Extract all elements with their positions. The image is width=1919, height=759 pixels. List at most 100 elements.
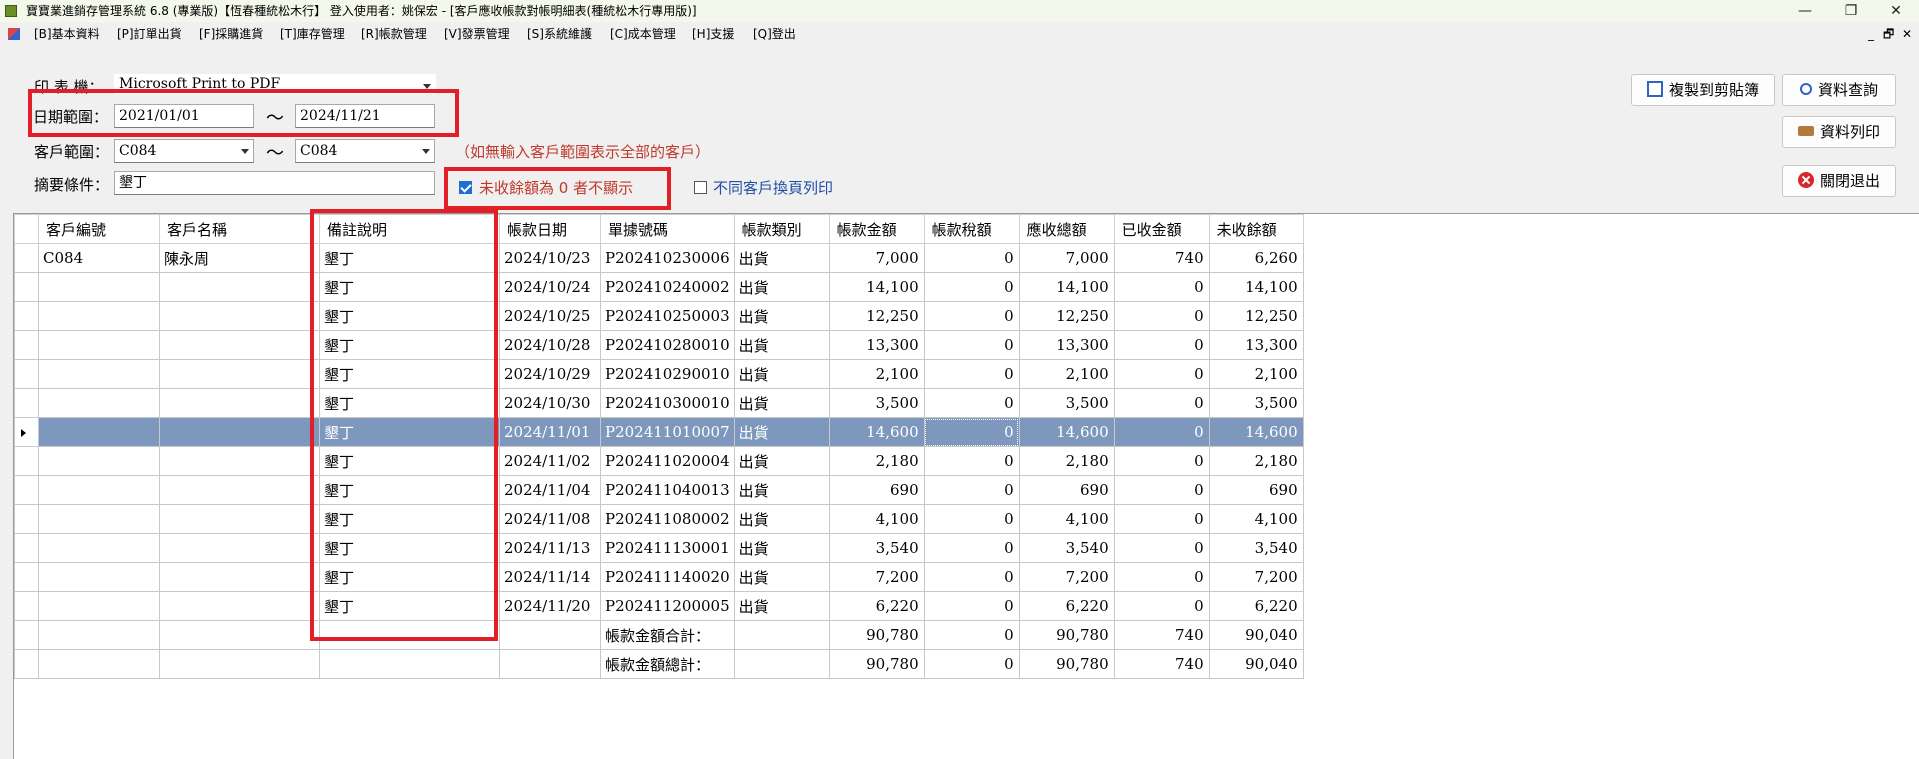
close-window-button[interactable]: ✕ — [1873, 0, 1919, 22]
mdi-minimize-button[interactable]: _ — [1868, 23, 1874, 45]
cell-received[interactable]: 0 — [1113, 301, 1210, 331]
cell-customer-id[interactable] — [38, 533, 160, 563]
cell-receivable[interactable]: 12,250 — [1018, 301, 1115, 331]
cell-remark[interactable]: 墾丁 — [319, 272, 500, 302]
cell-remark[interactable]: 墾丁 — [319, 330, 500, 360]
mdi-restore-button[interactable]: 🗗 — [1883, 23, 1894, 45]
menu-invoice[interactable]: [V]發票管理 — [444, 23, 510, 45]
cell-balance[interactable]: 14,100 — [1208, 272, 1304, 302]
cell-received[interactable]: 0 — [1113, 272, 1210, 302]
cell-type[interactable]: 出貨 — [733, 243, 830, 273]
cell-remark[interactable]: 墾丁 — [319, 359, 500, 389]
cell-type[interactable]: 出貨 — [733, 446, 830, 476]
menu-basic-data[interactable]: [B]基本資料 — [34, 23, 100, 45]
cell-tax[interactable]: 0 — [923, 591, 1020, 621]
copy-to-clipboard-button[interactable]: 複製到剪貼簿 — [1631, 74, 1775, 106]
cell-amount[interactable]: 2,100 — [828, 359, 925, 389]
menu-cost[interactable]: [C]成本管理 — [610, 23, 676, 45]
cell-receivable[interactable]: 3,500 — [1018, 388, 1115, 418]
customer-to-select[interactable]: C084 — [295, 139, 435, 163]
cell-receivable[interactable]: 2,180 — [1018, 446, 1115, 476]
cell-amount[interactable]: 4,100 — [828, 504, 925, 534]
menu-order-shipping[interactable]: [P]訂單出貨 — [117, 23, 182, 45]
cell-document-no[interactable]: P202411010007 — [600, 417, 735, 447]
cell-balance[interactable]: 4,100 — [1208, 504, 1304, 534]
cell-customer-id[interactable] — [38, 301, 160, 331]
cell-amount[interactable]: 3,500 — [828, 388, 925, 418]
table-row[interactable]: 墾丁 2024/11/13 P202411130001 出貨 3,540 0 3,540 0 3… — [14, 533, 1304, 563]
cell-customer-name[interactable] — [159, 272, 320, 302]
cell-remark[interactable]: 墾丁 — [319, 591, 500, 621]
row-header[interactable] — [14, 272, 39, 302]
row-header[interactable] — [14, 330, 39, 360]
cell-type[interactable]: 出貨 — [733, 301, 830, 331]
cell-balance[interactable]: 13,300 — [1208, 330, 1304, 360]
cell-date[interactable]: 2024/10/30 — [499, 388, 601, 418]
cell-received[interactable]: 0 — [1113, 417, 1210, 447]
cell-received[interactable]: 0 — [1113, 591, 1210, 621]
cell-received[interactable]: 0 — [1113, 533, 1210, 563]
cell-remark[interactable]: 墾丁 — [319, 301, 500, 331]
page-break-label[interactable]: 不同客戶換頁列印 — [713, 177, 833, 198]
column-header[interactable]: 帳款金額 — [828, 214, 925, 244]
cell-received[interactable]: 0 — [1113, 562, 1210, 592]
cell-receivable[interactable]: 6,220 — [1018, 591, 1115, 621]
cell-type[interactable]: 出貨 — [733, 272, 830, 302]
column-header[interactable]: 已收金額 — [1113, 214, 1210, 244]
table-row[interactable]: 墾丁 2024/10/25 P202410250003 出貨 12,250 0 12,250… — [14, 301, 1304, 331]
cell-amount[interactable]: 12,250 — [828, 301, 925, 331]
cell-document-no[interactable]: P202410280010 — [600, 330, 735, 360]
cell-customer-id[interactable] — [38, 330, 160, 360]
table-row[interactable]: 墾丁 2024/11/14 P202411140020 出貨 7,200 0 7,200 0 7… — [14, 562, 1304, 592]
page-break-checkbox[interactable] — [694, 181, 707, 194]
cell-customer-name[interactable]: 陳永周 — [159, 243, 320, 273]
cell-date[interactable]: 2024/10/23 — [499, 243, 601, 273]
customer-from-select[interactable]: C084 — [114, 139, 254, 163]
cell-customer-name[interactable] — [159, 359, 320, 389]
cell-document-no[interactable]: P202411140020 — [600, 562, 735, 592]
cell-remark[interactable]: 墾丁 — [319, 475, 500, 505]
cell-remark[interactable]: 墾丁 — [319, 533, 500, 563]
cell-amount[interactable]: 690 — [828, 475, 925, 505]
cell-tax[interactable]: 0 — [923, 475, 1020, 505]
column-header[interactable]: 客戶編號 — [38, 214, 160, 244]
table-row[interactable]: 墾丁 2024/10/29 P202410290010 出貨 2,100 0 2,100 0 2… — [14, 359, 1304, 389]
row-header[interactable] — [14, 301, 39, 331]
cell-customer-id[interactable] — [38, 562, 160, 592]
cell-document-no[interactable]: P202411040013 — [600, 475, 735, 505]
cell-received[interactable]: 740 — [1113, 243, 1210, 273]
cell-remark[interactable]: 墾丁 — [319, 504, 500, 534]
cell-tax[interactable]: 0 — [923, 533, 1020, 563]
minimize-button[interactable]: — — [1782, 0, 1828, 22]
cell-balance[interactable]: 2,100 — [1208, 359, 1304, 389]
cell-date[interactable]: 2024/10/24 — [499, 272, 601, 302]
cell-amount[interactable]: 2,180 — [828, 446, 925, 476]
cell-amount[interactable]: 14,100 — [828, 272, 925, 302]
cell-balance[interactable]: 3,540 — [1208, 533, 1304, 563]
cell-customer-id[interactable]: C084 — [38, 243, 160, 273]
cell-customer-name[interactable] — [159, 301, 320, 331]
cell-type[interactable]: 出貨 — [733, 591, 830, 621]
row-header[interactable] — [14, 446, 39, 476]
cell-date[interactable]: 2024/11/08 — [499, 504, 601, 534]
cell-amount[interactable]: 3,540 — [828, 533, 925, 563]
cell-remark[interactable]: 墾丁 — [319, 388, 500, 418]
cell-receivable[interactable]: 13,300 — [1018, 330, 1115, 360]
cell-tax[interactable]: 0 — [923, 359, 1020, 389]
date-to-input[interactable]: 2024/11/21 — [295, 104, 435, 128]
cell-date[interactable]: 2024/11/14 — [499, 562, 601, 592]
cell-receivable[interactable]: 7,200 — [1018, 562, 1115, 592]
cell-date[interactable]: 2024/11/01 — [499, 417, 601, 447]
summary-input[interactable]: 墾丁 — [114, 171, 435, 195]
cell-customer-id[interactable] — [38, 475, 160, 505]
print-button[interactable]: 資料列印 — [1782, 116, 1896, 148]
cell-balance[interactable]: 690 — [1208, 475, 1304, 505]
mdi-window-icon[interactable] — [8, 28, 20, 40]
table-row[interactable]: 墾丁 2024/11/08 P202411080002 出貨 4,100 0 4,100 0 4… — [14, 504, 1304, 534]
cell-tax[interactable]: 0 — [923, 562, 1020, 592]
row-header[interactable] — [14, 359, 39, 389]
cell-type[interactable]: 出貨 — [733, 388, 830, 418]
report-grid[interactable]: 客戶編號 客戶名稱 備註說明 帳款日期 單據號碼 帳款類別 帳款金額 帳款稅額 … — [13, 213, 1919, 759]
cell-type[interactable]: 出貨 — [733, 562, 830, 592]
cell-type[interactable]: 出貨 — [733, 359, 830, 389]
